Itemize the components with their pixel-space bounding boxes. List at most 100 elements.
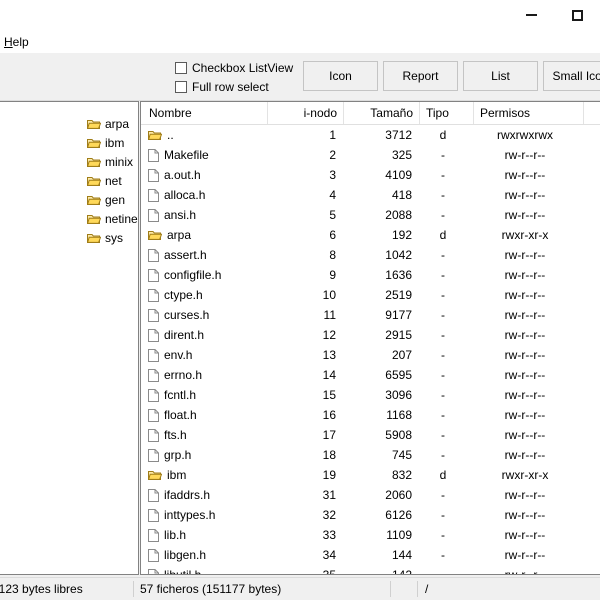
status-divider-3	[417, 581, 418, 597]
cell-name: libgen.h	[143, 545, 268, 565]
status-path: /	[425, 582, 429, 596]
table-row[interactable]: arpa 6 192 d rwxr-xr-x 03/05/2006 23	[141, 225, 600, 245]
view-small-icon-button[interactable]: Small Icon	[543, 61, 600, 91]
maximize-icon	[571, 9, 583, 21]
full-row-select-box[interactable]	[175, 81, 187, 93]
table-row[interactable]: ibm 19 832 d rwxr-xr-x 03/05/2006 23	[141, 465, 600, 485]
table-row[interactable]: libutil.h 35 142 - rw-r--r-- 13/04/2021 22	[141, 565, 600, 575]
column-header-permisos[interactable]: Permisos	[474, 102, 584, 124]
maximize-button[interactable]	[554, 0, 600, 30]
file-name-label: ifaddrs.h	[164, 488, 211, 502]
tree-item-label: net	[105, 173, 122, 188]
table-row[interactable]: ansi.h 5 2088 - rw-r--r-- 13/04/2021 22	[141, 205, 600, 225]
status-free-space: 2123 bytes libres	[0, 582, 83, 596]
table-row[interactable]: fts.h 17 5908 - rw-r--r-- 13/04/2021 22	[141, 425, 600, 445]
view-icon-button[interactable]: Icon	[303, 61, 378, 91]
minimize-button[interactable]	[508, 0, 554, 30]
cell-perms: rw-r--r--	[504, 508, 546, 522]
cell-perms: rw-r--r--	[504, 308, 546, 322]
table-row[interactable]: ifaddrs.h 31 2060 - rw-r--r-- 13/04/2021 22	[141, 485, 600, 505]
table-row[interactable]: ctype.h 10 2519 - rw-r--r-- 13/04/2021 22	[141, 285, 600, 305]
tree-item-minix[interactable]: minix	[0, 152, 138, 171]
cell-size: 5908	[385, 428, 412, 442]
listview-body[interactable]: .. 1 3712 d rwxrwxrwx 13/04/2021 22 Makefile 2 3…	[141, 125, 600, 575]
file-name-label: env.h	[164, 348, 193, 362]
cell-modified: 13/04/2021 22	[584, 125, 600, 145]
file-icon	[148, 248, 159, 262]
table-row[interactable]: curses.h 11 9177 - rw-r--r-- 13/04/2021 22	[141, 305, 600, 325]
file-icon	[148, 208, 159, 222]
column-header-inodo[interactable]: i-nodo	[268, 102, 344, 124]
tree-item-netinet[interactable]: netinet	[0, 209, 138, 228]
cell-size: 2060	[385, 488, 412, 502]
cell-size: 2519	[385, 288, 412, 302]
table-row[interactable]: libgen.h 34 144 - rw-r--r-- 13/04/2021 22	[141, 545, 600, 565]
cell-size: 4109	[385, 168, 412, 182]
table-row[interactable]: alloca.h 4 418 - rw-r--r-- 13/04/2021 22	[141, 185, 600, 205]
cell-type: -	[441, 208, 445, 222]
tree-item-arpa[interactable]: arpa	[0, 114, 138, 133]
file-name-label: float.h	[164, 408, 197, 422]
column-header-tamao[interactable]: Tamaño	[344, 102, 420, 124]
cell-name: ibm	[143, 465, 268, 485]
cell-inode: 12	[322, 328, 336, 342]
cell-type: -	[441, 368, 445, 382]
directory-tree-panel[interactable]: arpa ibm minix net gen netinet sys	[0, 101, 139, 575]
checkbox-listview-box[interactable]	[175, 62, 187, 74]
folder-icon	[148, 231, 162, 240]
cell-size: 1168	[386, 408, 412, 422]
tree-item-gen[interactable]: gen	[0, 190, 138, 209]
cell-name: arpa	[143, 225, 268, 245]
column-header-nombre[interactable]: Nombre	[143, 102, 268, 124]
full-row-select-row[interactable]: Full row select	[175, 78, 293, 96]
table-row[interactable]: grp.h 18 745 - rw-r--r-- 13/04/2021 22	[141, 445, 600, 465]
table-row[interactable]: lib.h 33 1109 - rw-r--r-- 13/04/2021 22	[141, 525, 600, 545]
file-name-label: ibm	[167, 468, 187, 482]
file-icon	[148, 348, 159, 362]
cell-perms: rw-r--r--	[504, 388, 546, 402]
column-header-modificac[interactable]: Modificac	[584, 102, 600, 124]
checkbox-listview-label: Checkbox ListView	[192, 61, 294, 75]
cell-modified: 03/05/2006 23	[584, 225, 600, 245]
cell-size: 6595	[385, 368, 412, 382]
menu-item-help[interactable]: Help	[0, 34, 34, 50]
cell-size: 3096	[385, 388, 412, 402]
file-listview-panel[interactable]: Nombrei-nodoTamañoTipoPermisosModificac …	[140, 101, 600, 575]
table-row[interactable]: env.h 13 207 - rw-r--r-- 13/04/2021 22	[141, 345, 600, 365]
cell-inode: 5	[329, 208, 336, 222]
table-row[interactable]: float.h 16 1168 - rw-r--r-- 13/04/2021 22	[141, 405, 600, 425]
table-row[interactable]: fcntl.h 15 3096 - rw-r--r-- 13/04/2021 22	[141, 385, 600, 405]
table-row[interactable]: configfile.h 9 1636 - rw-r--r-- 13/04/2021 22	[141, 265, 600, 285]
table-row[interactable]: a.out.h 3 4109 - rw-r--r-- 13/04/2021 22	[141, 165, 600, 185]
table-row[interactable]: .. 1 3712 d rwxrwxrwx 13/04/2021 22	[141, 125, 600, 145]
tree-item-label: minix	[105, 154, 134, 169]
tree-item-ibm[interactable]: ibm	[0, 133, 138, 152]
cell-name: fts.h	[143, 425, 268, 445]
file-name-label: assert.h	[164, 248, 207, 262]
cell-type: -	[441, 448, 445, 462]
tree-item-sys[interactable]: sys	[0, 228, 138, 247]
tree-item-net[interactable]: net	[0, 171, 138, 190]
cell-size: 2088	[385, 208, 412, 222]
table-row[interactable]: assert.h 8 1042 - rw-r--r-- 13/04/2021 22	[141, 245, 600, 265]
cell-size: 325	[391, 148, 412, 162]
checkbox-listview-row[interactable]: Checkbox ListView	[175, 59, 293, 77]
toolbar: Checkbox ListView Full row select Icon R…	[0, 53, 600, 101]
table-row[interactable]: Makefile 2 325 - rw-r--r-- 13/04/2021 22	[141, 145, 600, 165]
cell-size: 1042	[385, 248, 412, 262]
table-row[interactable]: dirent.h 12 2915 - rw-r--r-- 13/04/2021 22	[141, 325, 600, 345]
cell-name: libutil.h	[143, 565, 268, 574]
cell-name: ..	[143, 125, 268, 145]
table-row[interactable]: errno.h 14 6595 - rw-r--r-- 13/04/2021 22	[141, 365, 600, 385]
cell-perms: rw-r--r--	[504, 268, 546, 282]
cell-name: ifaddrs.h	[143, 485, 268, 505]
tree-item-label: netinet	[105, 211, 139, 226]
view-report-button[interactable]: Report	[383, 61, 458, 91]
cell-type: -	[441, 568, 445, 575]
view-list-button[interactable]: List	[463, 61, 538, 91]
column-header-tipo[interactable]: Tipo	[420, 102, 474, 124]
cell-perms: rw-r--r--	[504, 208, 546, 222]
table-row[interactable]: inttypes.h 32 6126 - rw-r--r-- 13/04/2021 22	[141, 505, 600, 525]
cell-modified: 13/04/2021 22	[584, 205, 600, 225]
cell-inode: 1	[329, 128, 336, 142]
